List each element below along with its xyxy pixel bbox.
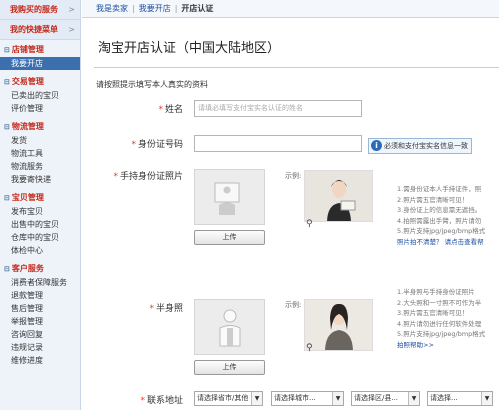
collapse-icon: ⊟ xyxy=(4,78,10,86)
zoom-icon[interactable]: ⚲ xyxy=(306,343,313,353)
sidebar-item-after-sale[interactable]: 售后管理 xyxy=(0,302,80,315)
sidebar-group-title[interactable]: ⊟ 物流管理 xyxy=(0,120,80,134)
collapse-icon: ⊟ xyxy=(4,194,10,202)
upload-button-1[interactable]: 上传 xyxy=(194,230,265,245)
chevron-right-icon: > xyxy=(68,25,75,34)
breadcrumb: 我是卖家 | 我要开店 | 开店认证 xyxy=(82,0,499,18)
upload-button-2[interactable]: 上传 xyxy=(194,360,265,375)
sidebar-item-warehouse[interactable]: 仓库中的宝贝 xyxy=(0,231,80,244)
sidebar-group-title[interactable]: ⊟ 店铺管理 xyxy=(0,43,80,57)
photo1-rules: 1.需身份证本人手持证件，照 2.照片需五官清晰可见！ 3.身份证上的信息需无遮挡。… xyxy=(397,184,499,247)
sidebar-item-checkup[interactable]: 体检中心 xyxy=(0,244,80,257)
chevron-down-icon: ▼ xyxy=(251,392,262,405)
chevron-down-icon: ▼ xyxy=(332,392,343,405)
sidebar-item-reports[interactable]: 举报管理 xyxy=(0,315,80,328)
breadcrumb-seller[interactable]: 我是卖家 xyxy=(96,4,128,13)
chevron-down-icon: ▼ xyxy=(408,392,419,405)
photo-placeholder xyxy=(194,169,265,225)
sidebar-group-logistics: ⊟ 物流管理 发货 物流工具 物流服务 我要寄快递 xyxy=(0,117,80,188)
example-photo-1 xyxy=(304,170,373,222)
example-photo-2 xyxy=(304,299,373,351)
city-select[interactable]: 请选择城市... ▼ xyxy=(271,391,344,406)
chevron-right-icon: > xyxy=(68,5,75,14)
example-label: 示例: xyxy=(285,301,302,309)
sidebar-item-open-shop[interactable]: 我要开店 xyxy=(0,57,80,70)
breadcrumb-current: 开店认证 xyxy=(181,4,214,13)
sidebar-group-title[interactable]: ⊟ 客户服务 xyxy=(0,262,80,276)
sidebar-item-refunds[interactable]: 退款管理 xyxy=(0,289,80,302)
half-body-illustration xyxy=(305,300,372,350)
example-label: 示例: xyxy=(285,172,302,180)
name-label: * 姓名 xyxy=(158,105,183,115)
sidebar-header-shortcuts[interactable]: 我的快捷菜单 > xyxy=(0,20,80,40)
sidebar-group-shop: ⊟ 店铺管理 我要开店 xyxy=(0,40,80,72)
sidebar-item-logistics-service[interactable]: 物流服务 xyxy=(0,160,80,173)
sidebar-item-inquiry[interactable]: 咨询回复 xyxy=(0,328,80,341)
sidebar-item-sold[interactable]: 已卖出的宝贝 xyxy=(0,89,80,102)
photo1-label: * 手持身份证照片 xyxy=(113,172,183,182)
sidebar-item-publish[interactable]: 发布宝贝 xyxy=(0,205,80,218)
sidebar-header-services[interactable]: 我购买的服务 > xyxy=(0,0,80,20)
id-label: * 身份证号码 xyxy=(131,140,183,150)
collapse-icon: ⊟ xyxy=(4,46,10,54)
province-select[interactable]: 请选择省市/其他 ▼ xyxy=(194,391,263,406)
district-select[interactable]: 请选择区/县... ▼ xyxy=(351,391,420,406)
photo-help-link[interactable]: 照片拍不清楚？ 请点击查看帮 xyxy=(397,237,499,248)
sidebar-item-logistics-tools[interactable]: 物流工具 xyxy=(0,147,80,160)
photo2-rules: 1.半身照与手持身份证照片 2.大头照和一寸照不可作为半 3.照片需五官清晰可见！ 4… xyxy=(397,287,499,350)
address-label: * 联系地址 xyxy=(140,396,183,406)
photo-help-link-2[interactable]: 拍照帮助>> xyxy=(397,340,499,351)
photo-placeholder xyxy=(194,299,265,355)
half-body-placeholder-icon xyxy=(219,309,241,347)
sidebar-item-consumer-protection[interactable]: 消费者保障服务 xyxy=(0,276,80,289)
sidebar-group-trade: ⊟ 交易管理 已卖出的宝贝 评价管理 xyxy=(0,72,80,117)
zoom-icon[interactable]: ⚲ xyxy=(306,219,313,229)
breadcrumb-open-shop[interactable]: 我要开店 xyxy=(139,4,171,13)
sidebar-item-reviews[interactable]: 评价管理 xyxy=(0,102,80,115)
sidebar-group-title[interactable]: ⊟ 交易管理 xyxy=(0,75,80,89)
info-icon: i xyxy=(371,140,382,151)
sidebar: 我购买的服务 > 我的快捷菜单 > ⊟ 店铺管理 我要开店 ⊟ 交易管理 已卖出的宝贝 … xyxy=(0,0,81,410)
main-content: 淘宝开店认证（中国大陆地区） 请按照提示填写本人真实的资料 * 姓名 请填必填写支… xyxy=(82,19,499,410)
collapse-icon: ⊟ xyxy=(4,265,10,273)
sidebar-item-ship[interactable]: 发货 xyxy=(0,134,80,147)
form-hint: 请按照提示填写本人真实的资料 xyxy=(96,80,208,89)
sidebar-item-express[interactable]: 我要寄快递 xyxy=(0,173,80,186)
sidebar-group-items: ⊟ 宝贝管理 发布宝贝 出售中的宝贝 仓库中的宝贝 体检中心 xyxy=(0,188,80,259)
id-card-placeholder-icon xyxy=(214,182,240,215)
street-select[interactable]: 请选择... ▼ xyxy=(427,391,493,406)
person-holding-id-illustration xyxy=(305,171,372,221)
page-title: 淘宝开店认证（中国大陆地区） xyxy=(98,41,281,56)
divider xyxy=(94,67,499,68)
sidebar-group-service: ⊟ 客户服务 消费者保障服务 退款管理 售后管理 举报管理 咨询回复 违规记录 维… xyxy=(0,259,80,369)
name-input[interactable]: 请填必填写支付宝实名认证的姓名 xyxy=(194,100,362,117)
collapse-icon: ⊟ xyxy=(4,123,10,131)
id-number-input[interactable] xyxy=(194,135,362,152)
sidebar-item-on-sale[interactable]: 出售中的宝贝 xyxy=(0,218,80,231)
sidebar-item-repair[interactable]: 维修进度 xyxy=(0,354,80,367)
sidebar-item-violations[interactable]: 违规记录 xyxy=(0,341,80,354)
id-tip: i 必须和支付宝实名信息一致 xyxy=(368,138,472,154)
photo2-label: * 半身照 xyxy=(149,304,183,314)
chevron-down-icon: ▼ xyxy=(481,392,492,405)
sidebar-group-title[interactable]: ⊟ 宝贝管理 xyxy=(0,191,80,205)
